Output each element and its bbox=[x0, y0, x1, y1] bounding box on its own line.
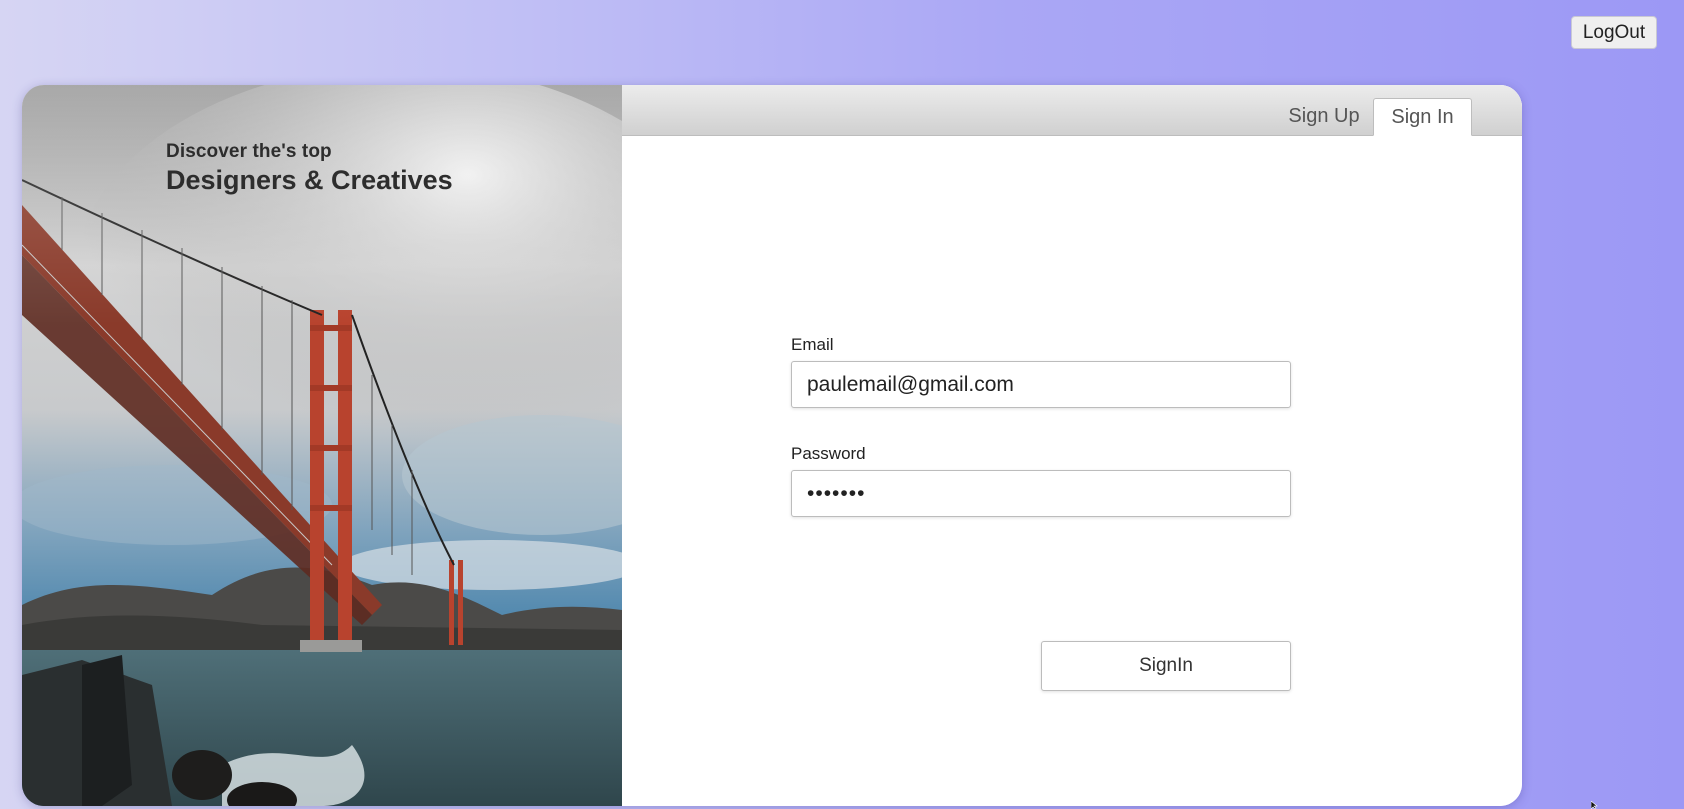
tagline-subheading: Discover the's top bbox=[166, 141, 332, 162]
email-field[interactable] bbox=[791, 361, 1291, 408]
hero-image-panel: Discover the's top Designers & Creatives bbox=[22, 85, 622, 806]
tagline-heading: Designers & Creatives bbox=[166, 165, 453, 195]
password-field-group: Password bbox=[791, 444, 1291, 517]
tab-sign-in[interactable]: Sign In bbox=[1373, 98, 1472, 136]
hero-tagline: Discover the's top Designers & Creatives bbox=[166, 141, 453, 196]
signin-form: Email Password SignIn bbox=[791, 335, 1291, 691]
auth-card: Discover the's top Designers & Creatives… bbox=[22, 85, 1522, 806]
mouse-cursor-icon bbox=[1591, 801, 1598, 809]
logout-button[interactable]: LogOut bbox=[1571, 16, 1657, 49]
signin-button[interactable]: SignIn bbox=[1041, 641, 1291, 691]
signin-panel: Sign Up Sign In Email Password SignIn bbox=[622, 85, 1522, 806]
password-label: Password bbox=[791, 444, 866, 463]
tab-sign-up[interactable]: Sign Up bbox=[1279, 98, 1369, 135]
email-label: Email bbox=[791, 335, 834, 354]
password-field[interactable] bbox=[791, 470, 1291, 517]
email-field-group: Email bbox=[791, 335, 1291, 408]
auth-tab-bar: Sign Up Sign In bbox=[622, 85, 1522, 136]
